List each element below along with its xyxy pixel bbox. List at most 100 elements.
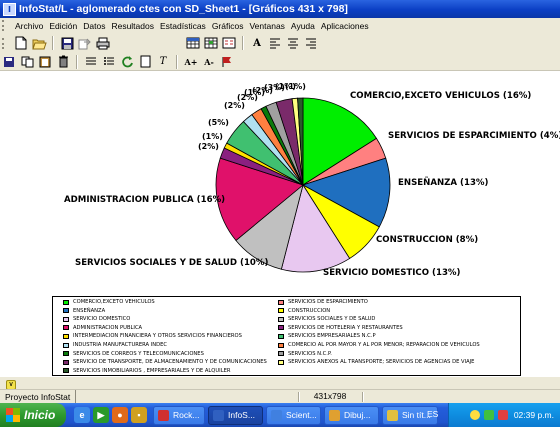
legend-label: SERVICIO DE TRANSPORTE, DE ALMACENAMIENT… <box>73 359 267 366</box>
open-icon[interactable] <box>31 35 47 51</box>
page-icon[interactable] <box>137 54 153 70</box>
font-shrink-icon[interactable]: A- <box>201 54 217 70</box>
font-shrink-glyph: A- <box>204 56 214 67</box>
legend-swatch <box>278 359 284 365</box>
pie-label-empresariales: (5%) <box>208 118 229 127</box>
legend-swatch <box>63 299 69 305</box>
font-grow-glyph: A+ <box>184 56 198 67</box>
legend-swatch <box>63 342 69 348</box>
legend-item: ADMINISTRACION PUBLICA <box>63 325 142 331</box>
legend-item: SERVICIO DE TRANSPORTE, DE ALMACENAMIENT… <box>63 359 267 365</box>
menu-archivo[interactable]: Archivo <box>12 21 46 31</box>
align-right-icon[interactable] <box>303 35 319 51</box>
language-indicator[interactable]: ES <box>427 409 438 419</box>
legend-item: COMERCIO,EXCETO VEHICULOS <box>63 299 155 305</box>
status-divider <box>362 392 364 402</box>
task-button-scientific[interactable]: Scient... <box>266 405 321 425</box>
font-icon[interactable]: A <box>249 35 265 51</box>
legend-swatch <box>278 325 284 331</box>
app-icon-letter: I <box>8 4 11 14</box>
menu-ventanas[interactable]: Ventanas <box>246 21 287 31</box>
legend-swatch <box>278 342 284 348</box>
save-icon[interactable] <box>59 35 75 51</box>
toolbar-grip <box>2 37 10 49</box>
task-label: Dibuj... <box>344 410 371 420</box>
firefox-quicklaunch-icon[interactable]: ● <box>112 407 128 423</box>
title-bar[interactable]: I InfoStat/L - aglomerado ctes con SD_Sh… <box>0 0 560 18</box>
text-glyph: T <box>159 56 167 67</box>
ie-quicklaunch-icon[interactable]: e <box>74 407 90 423</box>
calculator-icon[interactable] <box>221 35 237 51</box>
task-label: Rock... <box>173 410 200 420</box>
list-icon[interactable] <box>83 54 99 70</box>
menu-ayuda[interactable]: Ayuda <box>288 21 318 31</box>
toolbar-separator <box>52 36 54 50</box>
legend-swatch <box>63 316 69 322</box>
project-tab[interactable]: Proyecto InfoStat <box>0 389 77 404</box>
font-grow-icon[interactable]: A+ <box>183 54 199 70</box>
chart-legend: COMERCIO,EXCETO VEHICULOS SERVICIOS DE ES… <box>52 296 521 376</box>
menu-resultados[interactable]: Resultados <box>108 21 157 31</box>
clipboard-icon[interactable] <box>37 54 53 70</box>
align-center-icon[interactable] <box>285 35 301 51</box>
pie-label-construccion: CONSTRUCCION (8%) <box>376 235 479 245</box>
legend-swatch <box>63 333 69 339</box>
legend-item: COMERCIO AL POR MAYOR Y AL POR MENOR; RE… <box>278 342 480 348</box>
pie-label-hoteleria: (2%) <box>198 142 219 151</box>
task-label: Scient... <box>286 410 317 420</box>
refresh-icon[interactable] <box>119 54 135 70</box>
menu-graficos[interactable]: Gráficos <box>209 21 247 31</box>
legend-label: SERVICIOS INMOBILIARIOS , EMPRESARIALES … <box>73 367 231 374</box>
align-left-icon[interactable] <box>267 35 283 51</box>
security-icon[interactable] <box>497 410 508 420</box>
save-small-icon[interactable] <box>1 54 17 70</box>
task-app-icon <box>213 409 224 421</box>
text-icon[interactable]: T <box>155 54 171 70</box>
infostat-app-icon[interactable]: I <box>3 2 16 16</box>
start-button[interactable]: Inicio <box>0 403 66 427</box>
legend-item: SERVICIOS EMPRESARIALES N.C.P <box>278 333 376 339</box>
toolbar-separator <box>176 54 178 69</box>
pie-label-comercio: COMERCIO,EXCETO VEHICULOS (16%) <box>350 91 532 101</box>
task-button-rock[interactable]: Rock... <box>153 405 205 425</box>
font-glyph: A <box>253 37 261 49</box>
main-toolbar: A <box>0 33 560 53</box>
export-icon[interactable] <box>77 35 93 51</box>
legend-swatch <box>63 325 69 331</box>
toolbar-separator <box>76 54 78 69</box>
network-icon[interactable] <box>483 410 494 420</box>
pie-label-ensenanza: ENSEÑANZA (13%) <box>398 178 489 188</box>
flag-icon[interactable] <box>219 54 235 70</box>
copy-icon[interactable] <box>19 54 35 70</box>
legend-item: SERVICIOS DE HOTELERIA Y RESTAURANTES <box>278 325 403 331</box>
workspace-background <box>0 377 560 389</box>
menu-aplicaciones[interactable]: Aplicaciones <box>318 21 372 31</box>
legend-label: SERVICIOS DE ESPARCIMIENTO <box>288 299 368 305</box>
legend-label: INTERMEDIACION FINANCIERA Y OTROS SERVIC… <box>73 333 242 340</box>
task-app-icon <box>387 409 398 421</box>
menu-estadisticas[interactable]: Estadísticas <box>157 21 209 31</box>
print-icon[interactable] <box>95 35 111 51</box>
legend-swatch <box>278 299 284 305</box>
folder-quicklaunch-icon[interactable]: ▪ <box>131 407 147 423</box>
menu-edicion[interactable]: Edición <box>46 21 80 31</box>
grid-icon[interactable] <box>203 35 219 51</box>
delete-icon[interactable] <box>55 54 71 70</box>
menu-datos[interactable]: Datos <box>80 21 108 31</box>
media-quicklaunch-icon[interactable]: ▶ <box>93 407 109 423</box>
legend-label: SERVICIOS EMPRESARIALES N.C.P <box>288 333 376 340</box>
tray-app-icon[interactable] <box>469 410 480 420</box>
bullets-icon[interactable] <box>101 54 117 70</box>
legend-label: ADMINISTRACION PUBLICA <box>73 324 143 331</box>
legend-item: SERVICIOS INMOBILIARIOS , EMPRESARIALES … <box>63 368 230 374</box>
pie-label-sociales-salud: SERVICIOS SOCIALES Y DE SALUD (10%) <box>75 258 269 268</box>
app-window: I InfoStat/L - aglomerado ctes con SD_Sh… <box>0 0 560 427</box>
table-icon[interactable] <box>185 35 201 51</box>
legend-label: COMERCIO,EXCETO VEHICULOS <box>73 299 155 305</box>
new-icon[interactable] <box>13 35 29 51</box>
legend-label: SERVICIO DOMESTICO <box>73 316 131 323</box>
legend-item: INTERMEDIACION FINANCIERA Y OTROS SERVIC… <box>63 333 242 339</box>
task-button-infostat[interactable]: InfoS... <box>208 405 263 425</box>
legend-swatch <box>63 308 69 314</box>
task-button-dibujo[interactable]: Dibuj... <box>324 405 379 425</box>
